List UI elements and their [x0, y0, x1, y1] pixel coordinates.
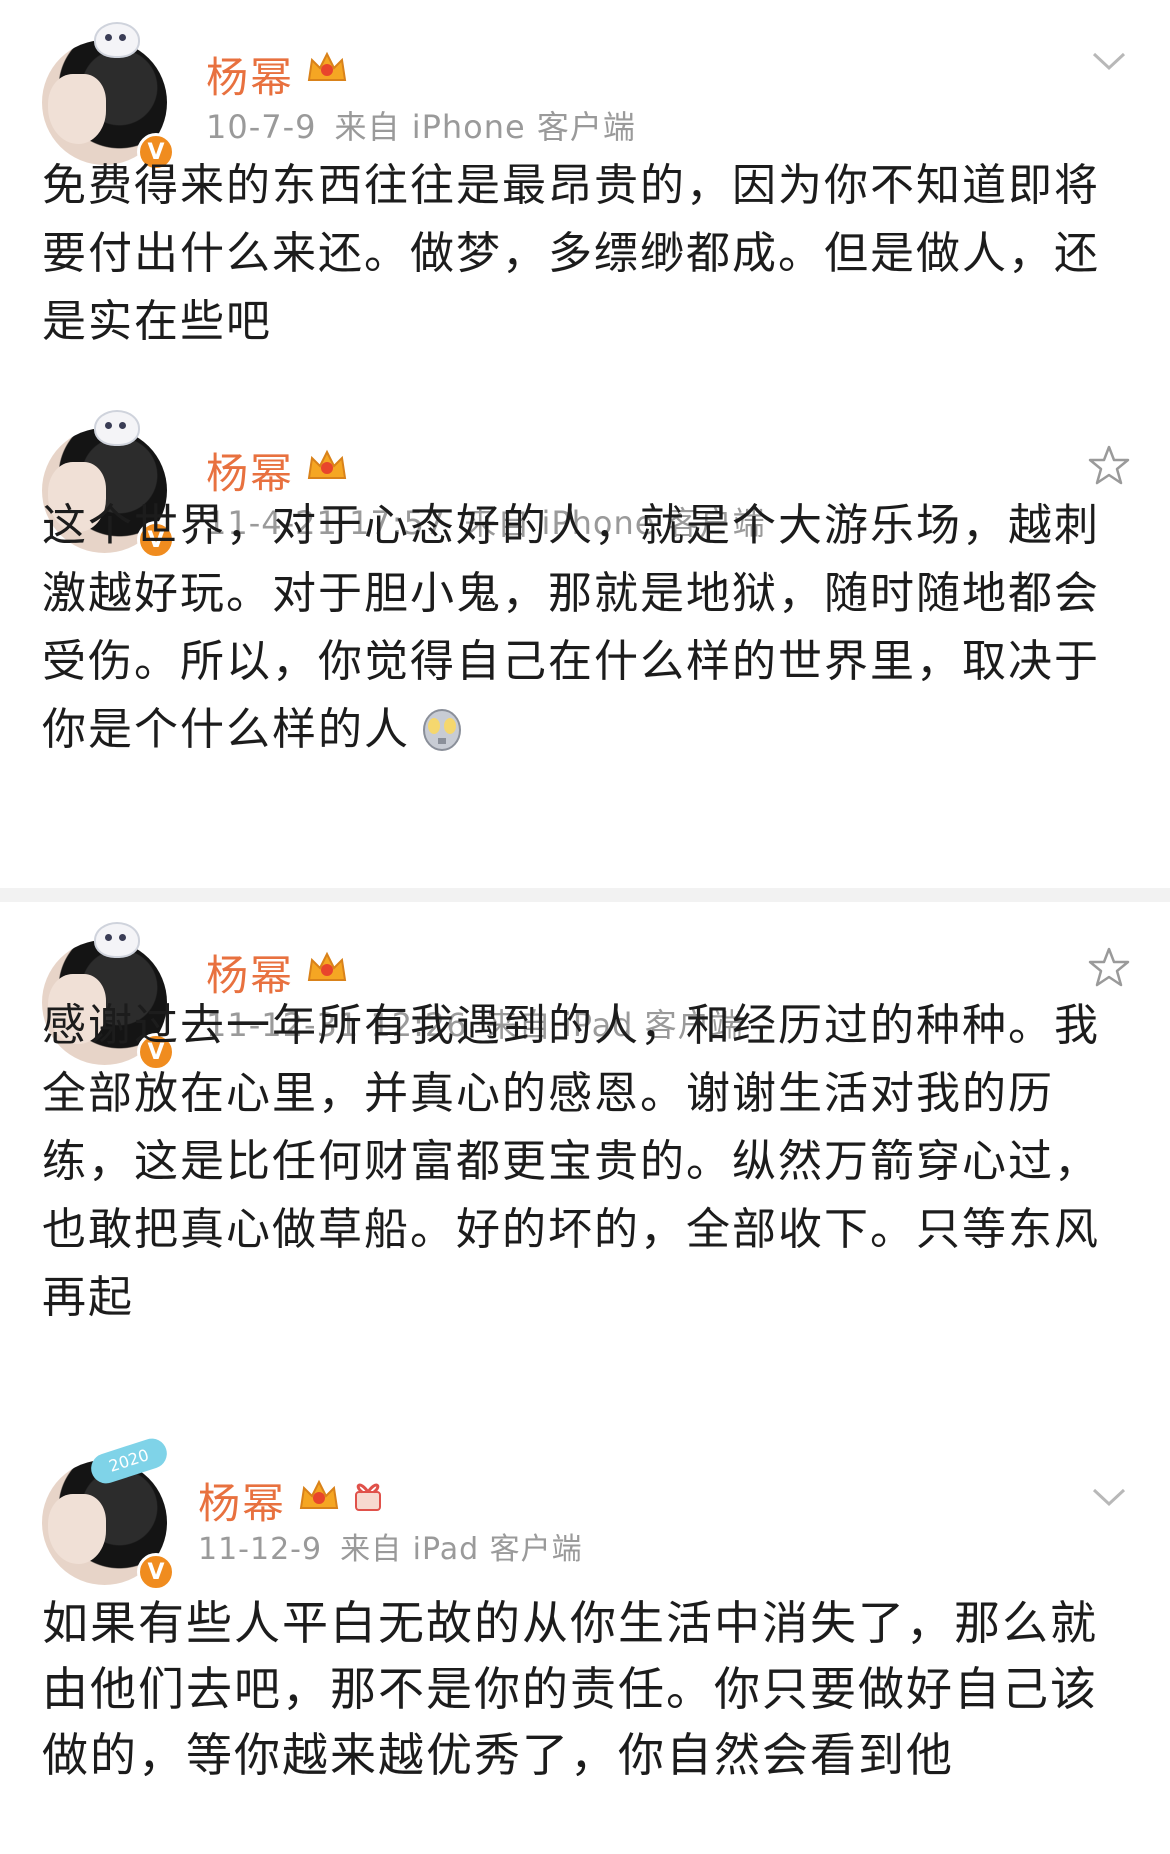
post-meta: 10-7-9 来自 iPhone 客户端: [206, 102, 654, 148]
post-text-content: 这个世界，对于心态好的人，就是个大游乐场，越刺激越好玩。对于胆小鬼，那就是地狱，…: [42, 500, 1100, 755]
post-source: 来自 iPad 客户端: [340, 1532, 583, 1567]
cat-decoration-icon: [94, 410, 140, 446]
post-source: 来自 iPhone 客户端: [334, 108, 636, 146]
cat-decoration-icon: [94, 22, 140, 58]
post-text: 如果有些人平白无故的从你生活中消失了，那么就由他们去吧，那不是你的责任。你只要做…: [42, 1596, 1098, 1782]
post-date: 10-7-9: [206, 108, 317, 146]
chevron-down-icon[interactable]: [1088, 1476, 1130, 1518]
post-date: 11-12-9: [198, 1532, 323, 1567]
crown-icon: [307, 51, 347, 81]
year-decoration-icon: 2020: [87, 1434, 171, 1488]
section-divider: [0, 888, 1170, 902]
post-meta: 11-12-9 来自 iPad 客户端: [198, 1524, 601, 1568]
ultraman-emoji-icon: [423, 709, 461, 751]
post-card: V 杨幂 11-12-31 12:26 来自 iPad 客户端 感谢过去一年所有我…: [0, 902, 1170, 1422]
crown-icon: [299, 1479, 339, 1509]
weibo-feed: V 杨幂 10-7-9 来自 iPhone 客户端 免费得来的东西往往是最昂贵的，…: [0, 0, 1170, 1854]
avatar[interactable]: V: [42, 22, 175, 171]
post-card: V 杨幂 10-7-9 来自 iPhone 客户端 免费得来的东西往往是最昂贵的，…: [0, 0, 1170, 400]
post-card: 2020 V 杨幂 11-12-9 来自 iPad 客户端 如果有些人平白无故的从…: [0, 1422, 1170, 1854]
crown-icon: [307, 449, 347, 479]
post-text: 感谢过去一年所有我遇到的人，和经历过的种种。我全部放在心里，并真心的感恩。谢谢生…: [42, 1000, 1100, 1323]
post-card: V 杨幂 11-4-21 17:57 来自 iPhone 客户端 这个世界，对于心…: [0, 400, 1170, 900]
star-icon[interactable]: [1088, 444, 1130, 486]
chevron-down-icon[interactable]: [1088, 40, 1130, 82]
author-name[interactable]: 杨幂: [206, 44, 294, 105]
crown-icon: [307, 951, 347, 981]
cat-decoration-icon: [94, 922, 140, 958]
star-icon[interactable]: [1088, 946, 1130, 988]
post-text: 免费得来的东西往往是最昂贵的，因为你不知道即将要付出什么来还。做梦，多缥缈都成。…: [42, 160, 1100, 347]
post-text: 这个世界，对于心态好的人，就是个大游乐场，越刺激越好玩。对于胆小鬼，那就是地狱，…: [42, 492, 1122, 764]
gift-icon: [355, 1483, 381, 1511]
avatar[interactable]: 2020 V: [42, 1434, 175, 1591]
author-name[interactable]: 杨幂: [198, 1470, 286, 1531]
verified-badge-icon: V: [137, 1553, 175, 1591]
